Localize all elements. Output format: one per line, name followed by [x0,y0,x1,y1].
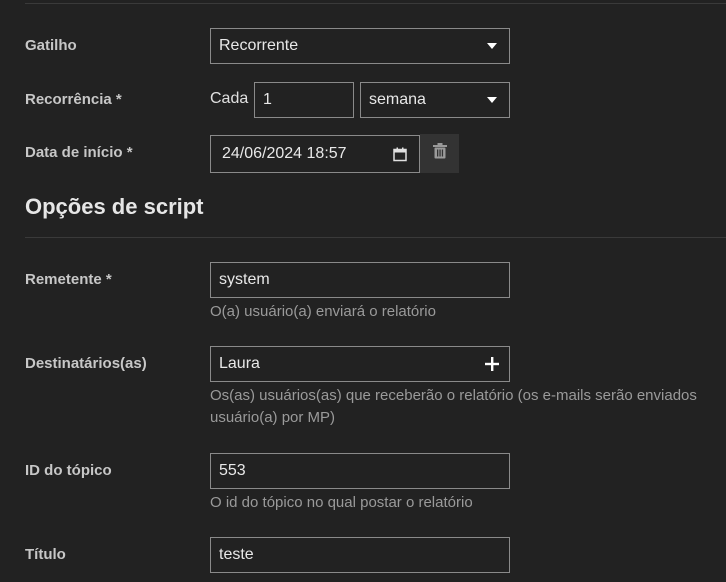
start-date-value: 24/06/2024 18:57 [222,145,347,162]
sender-value: system [219,271,270,288]
title-value: teste [219,546,254,563]
trigger-select[interactable]: Recorrente [210,28,510,64]
clear-date-button[interactable] [420,134,459,173]
title-input[interactable]: teste [210,537,510,573]
calendar-icon[interactable] [393,147,407,167]
recurrence-every-label: Cada [210,90,249,107]
topic-id-help: O id do tópico no qual postar o relatóri… [210,494,473,511]
start-date-input[interactable]: 24/06/2024 18:57 [210,135,420,173]
recipients-input[interactable]: Laura [210,346,510,382]
recurrence-unit-value: semana [369,91,426,108]
title-field-label: Título [25,546,66,563]
recipients-help-line2: usuário(a) por MP) [210,409,336,426]
recurrence-amount-input[interactable]: 1 [254,82,354,118]
sender-label: Remetente * [25,271,112,288]
plus-icon[interactable] [485,357,499,376]
trigger-select-value: Recorrente [219,37,299,54]
recurrence-label: Recorrência * [25,91,122,108]
start-date-label: Data de início * [25,144,133,161]
topic-id-label: ID do tópico [25,462,112,479]
chevron-down-icon [487,97,497,103]
trash-icon [432,143,447,164]
script-options-title: Opções de script [25,194,204,219]
recurrence-unit-select[interactable]: semana [360,82,510,118]
recurrence-amount-value: 1 [263,91,272,108]
top-divider [25,3,726,4]
topic-id-value: 553 [219,462,246,479]
sender-input[interactable]: system [210,262,510,298]
trigger-label: Gatilho [25,37,77,54]
recipients-help-line1: Os(as) usuários(as) que receberão o rela… [210,387,697,404]
topic-id-input[interactable]: 553 [210,453,510,489]
section-divider [25,237,726,238]
chevron-down-icon [487,43,497,49]
recipient-chip: Laura [219,355,260,372]
sender-help: O(a) usuário(a) enviará o relatório [210,303,436,320]
recipients-label: Destinatários(as) [25,355,147,372]
